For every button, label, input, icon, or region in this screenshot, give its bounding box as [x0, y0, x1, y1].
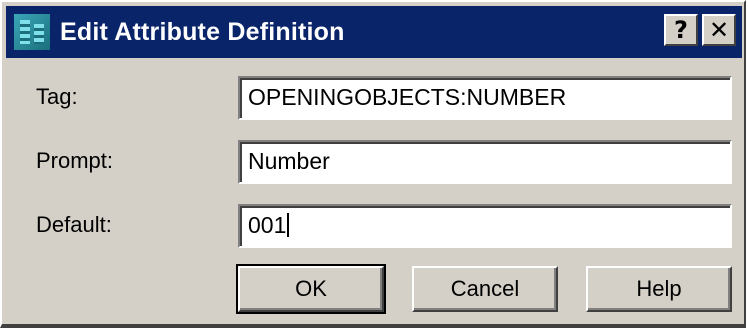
default-input[interactable]: 001 [238, 204, 732, 248]
tag-label: Tag: [36, 84, 78, 109]
ok-button[interactable]: OK [236, 264, 386, 314]
text-caret [287, 213, 290, 237]
app-icon [14, 14, 50, 50]
window-title: Edit Attribute Definition [60, 17, 345, 46]
cancel-button[interactable]: Cancel [412, 266, 558, 312]
title-bar[interactable]: Edit Attribute Definition ? ✕ [6, 6, 742, 58]
help-button[interactable]: Help [586, 266, 732, 312]
prompt-input[interactable]: Number [238, 140, 732, 184]
default-input-value: 001 [248, 212, 287, 238]
close-button[interactable]: ✕ [702, 14, 736, 46]
prompt-label: Prompt: [36, 148, 114, 173]
dialog-window: Edit Attribute Definition ? ✕ Tag: OPENI… [0, 0, 746, 328]
tag-input[interactable]: OPENINGOBJECTS:NUMBER [238, 76, 732, 120]
title-buttons: ? ✕ [664, 14, 736, 46]
help-title-button[interactable]: ? [664, 14, 698, 46]
default-label: Default: [36, 212, 112, 237]
